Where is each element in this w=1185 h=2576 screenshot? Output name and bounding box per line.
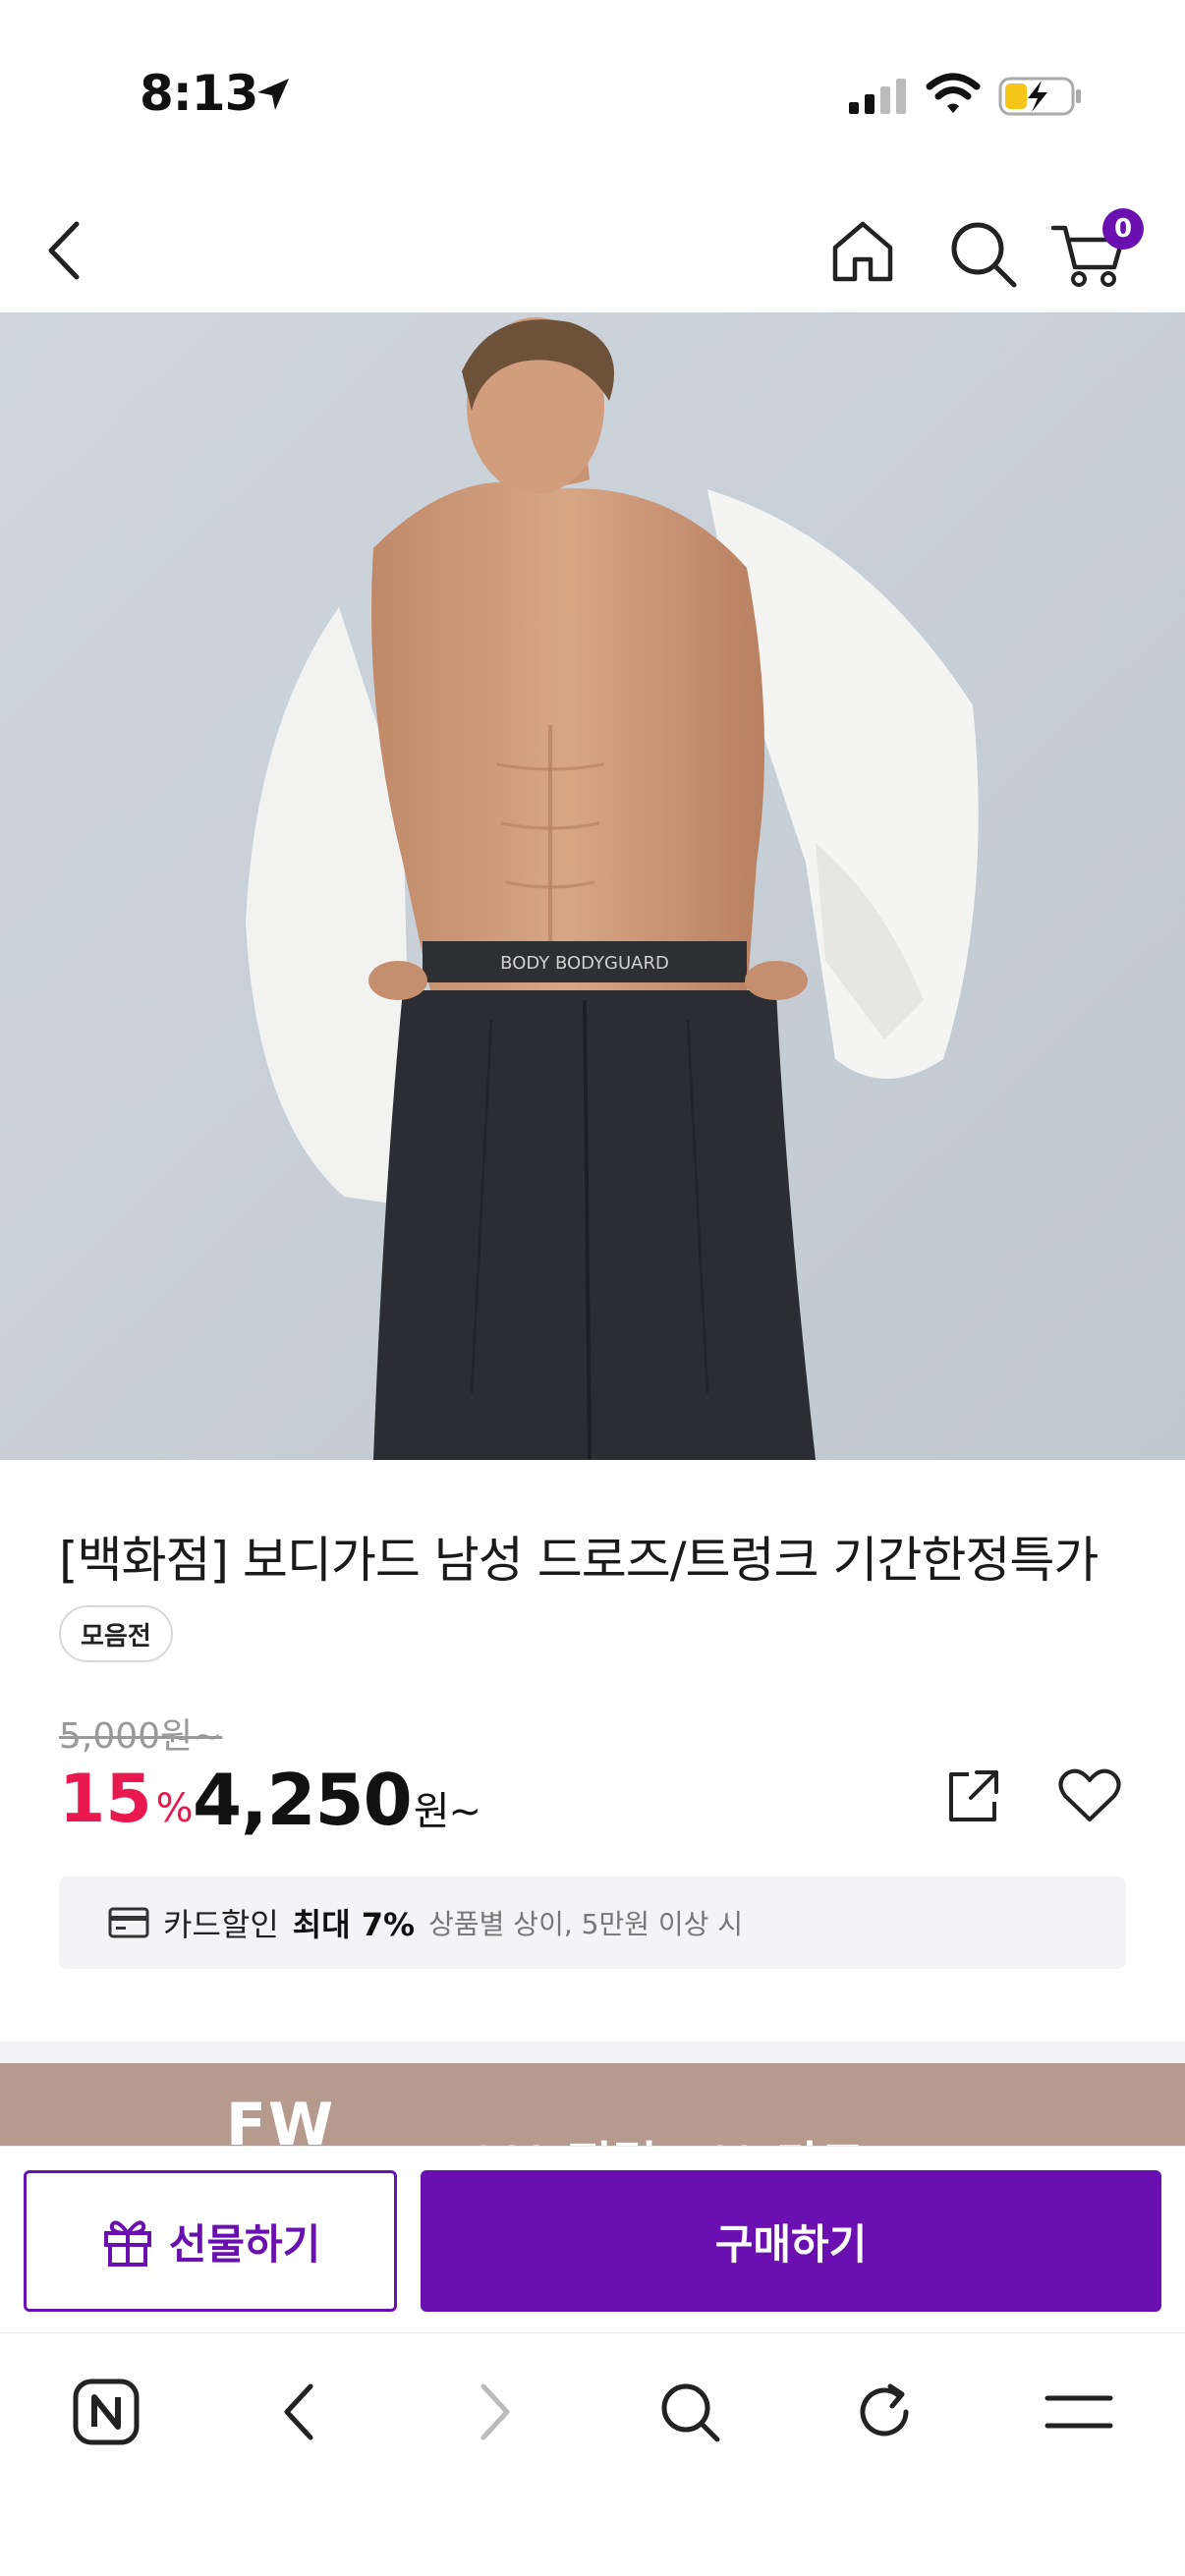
browser-toolbar (0, 2332, 1185, 2576)
status-bar: 8:13 (0, 0, 1185, 187)
naver-home-icon[interactable] (67, 2373, 145, 2451)
share-icon[interactable] (943, 1766, 1002, 1825)
product-photo: BODY BODYGUARD (0, 312, 1185, 1460)
location-arrow-icon (257, 79, 289, 110)
sale-price-unit: 원~ (413, 1789, 481, 1834)
buy-button[interactable]: 구매하기 (421, 2170, 1161, 2312)
status-time: 8:13 (140, 65, 258, 122)
credit-card-icon (108, 1907, 149, 1938)
waistband-brand-text: BODY BODYGUARD (500, 953, 669, 974)
discount-rate-unit: % (155, 1786, 194, 1831)
tag-chip[interactable]: 모음전 (59, 1605, 173, 1662)
section-divider (0, 2042, 1185, 2063)
back-icon[interactable] (39, 216, 90, 285)
discount-rate: 15% (59, 1761, 194, 1838)
promo-banner-subtext: 10% 적립 7% 카드 > (432, 2126, 924, 2146)
home-icon[interactable] (827, 216, 898, 287)
product-title: [백화점] 보디가드 남성 드로즈/트렁크 기간한정특가 (59, 1532, 1099, 1589)
gift-button-label: 선물하기 (168, 2219, 321, 2268)
menu-icon[interactable] (1040, 2373, 1118, 2451)
search-icon[interactable] (945, 216, 1020, 291)
reload-icon[interactable] (845, 2373, 924, 2451)
card-discount-note: 상품별 상이, 5만원 이상 시 (428, 1908, 744, 1940)
purchase-action-bar: 선물하기 구매하기 (0, 2146, 1185, 2332)
card-discount-label: 카드할인 (163, 1906, 279, 1943)
wifi-icon (926, 73, 981, 113)
gift-button[interactable]: 선물하기 (24, 2170, 397, 2312)
cellular-signal-icon (849, 79, 906, 114)
product-image[interactable]: BODY BODYGUARD 1 | 5 (0, 312, 1185, 1460)
promo-banner[interactable]: FW 10% 적립 7% 카드 > (0, 2063, 1185, 2146)
discount-rate-value: 15 (59, 1761, 152, 1838)
card-discount-max: 최대 7% (292, 1906, 416, 1943)
sale-price-value: 4,250 (193, 1759, 413, 1841)
promo-banner-text: FW (226, 2091, 336, 2146)
cart-count-badge: 0 (1102, 208, 1144, 250)
original-price: 5,000원~ (59, 1716, 223, 1757)
card-discount-info[interactable]: 카드할인 최대 7% 상품별 상이, 5만원 이상 시 (59, 1876, 1126, 1969)
sale-price: 4,250원~ (193, 1759, 481, 1841)
browser-back-icon[interactable] (259, 2373, 338, 2451)
gift-icon (103, 2220, 151, 2267)
browser-forward-icon[interactable] (456, 2373, 535, 2451)
heart-icon[interactable] (1057, 1766, 1122, 1825)
browser-search-icon[interactable] (650, 2373, 729, 2451)
battery-charging-icon (998, 77, 1081, 116)
